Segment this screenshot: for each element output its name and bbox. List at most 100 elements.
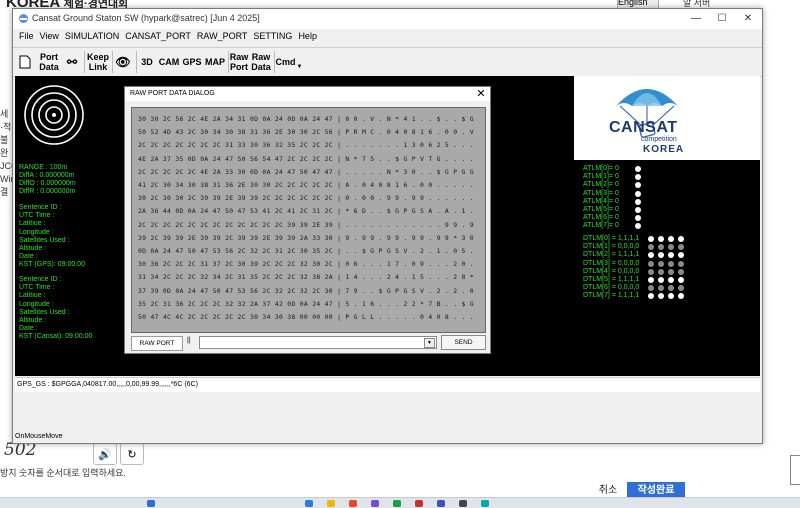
raw-data-button[interactable]: Raw Data bbox=[251, 50, 271, 74]
menu-raw-port[interactable]: RAW_PORT bbox=[197, 31, 248, 41]
chevron-down-icon[interactable]: ▼ bbox=[424, 338, 435, 348]
taskbar-app-icon[interactable] bbox=[459, 500, 467, 507]
dialog-title-bar[interactable]: RAW PORT DATA DIALOG bbox=[125, 87, 490, 101]
dtlm-indicator bbox=[678, 293, 684, 300]
dtlm-indicator bbox=[668, 244, 674, 251]
dtlm-indicator bbox=[668, 252, 674, 259]
connect-button[interactable]: ⚯ bbox=[63, 50, 81, 74]
taskbar-app-icon[interactable] bbox=[371, 500, 379, 507]
left-fragment: JCC bbox=[0, 161, 12, 171]
cansat-info-block: Sentence ID : UTC Time : Latitiue : Longitu… bbox=[19, 276, 93, 341]
dtlm-row: DTLM[3] = 0,0,0,0 bbox=[583, 259, 640, 267]
audio-captcha-button[interactable]: 🔊 bbox=[93, 443, 117, 465]
taskbar-app-icon[interactable] bbox=[349, 500, 357, 507]
toolbar-separator bbox=[112, 51, 113, 73]
maximize-button[interactable]: ☐ bbox=[709, 11, 735, 27]
mouse-status: OnMouseMove bbox=[15, 433, 63, 440]
close-button[interactable]: ✕ bbox=[735, 11, 761, 27]
hex-data-view[interactable]: 30 30 2C 56 2C 4E 2A 34 31 0D 0A 24 0D 0… bbox=[131, 107, 486, 333]
atlm-row: ATLM[4]= 0 bbox=[583, 197, 619, 205]
taskbar-app-icon[interactable] bbox=[393, 500, 401, 507]
atlm-row: ATLM[3]= 0 bbox=[583, 189, 619, 197]
command-combobox[interactable]: ▼ bbox=[199, 336, 437, 349]
atlm-indicator bbox=[635, 207, 641, 213]
hex-line: 39 2C 39 39 2E 39 39 2C 39 39 2E 39 39 2… bbox=[138, 233, 474, 242]
left-fragment: Win bbox=[0, 174, 12, 184]
menu-bar: File View SIMULATION CANSAT_PORT RAW_PORT SET… bbox=[13, 31, 762, 45]
dtlm-indicator bbox=[658, 277, 664, 283]
keep-link-button[interactable]: Keep Link bbox=[86, 50, 110, 74]
raw-port-dialog: RAW PORT DATA DIALOG ✕ 30 30 2C 56 2C 4E… bbox=[124, 86, 491, 354]
taskbar-app-icon[interactable] bbox=[437, 500, 445, 507]
dtlm-indicator bbox=[658, 293, 664, 300]
dtlm-indicator bbox=[658, 260, 664, 267]
toolbar-separator bbox=[84, 51, 85, 73]
dtlm-indicator bbox=[658, 268, 664, 275]
windows-start-icon[interactable] bbox=[147, 500, 155, 507]
menu-view[interactable]: View bbox=[40, 31, 59, 41]
atlm-indicator bbox=[635, 174, 641, 181]
view-button[interactable]: 👁 bbox=[114, 50, 132, 74]
dtlm-row: DTLM[6] = 0,0,0,0 bbox=[583, 284, 640, 292]
radar-icon bbox=[24, 85, 84, 145]
toolbar-separator bbox=[136, 51, 137, 73]
raw-port-label[interactable]: RAW PORT bbox=[131, 336, 183, 351]
link-icon: ⚯ bbox=[66, 55, 78, 69]
cam-button[interactable]: CAM bbox=[158, 50, 180, 74]
hex-line: 50 47 4C 4C 2C 2C 2C 2C 2C 30 34 30 38 0… bbox=[138, 313, 474, 321]
dtlm-indicator bbox=[678, 285, 684, 292]
dtlm-indicator bbox=[678, 252, 684, 259]
port-data-button[interactable]: Port Data bbox=[37, 50, 61, 74]
hex-line: 35 2C 31 36 2C 2C 2C 32 32 2A 37 42 0D 0… bbox=[138, 299, 474, 308]
taskbar-app-icon[interactable] bbox=[481, 500, 489, 507]
dtlm-indicator bbox=[668, 268, 674, 275]
title-bar[interactable]: Cansat Ground Staton SW (hypark@satrec) … bbox=[13, 9, 762, 29]
dtlm-indicator bbox=[678, 236, 684, 242]
hex-line: 30 30 2C 56 2C 4E 2A 34 31 0D 0A 24 0D 0… bbox=[138, 115, 474, 123]
atlm-row: ATLM[0]= 0 bbox=[583, 165, 619, 172]
dialog-close-button[interactable]: ✕ bbox=[474, 87, 488, 101]
hex-line: 2C 2C 2C 2C 2C 4E 2A 33 30 0D 0A 24 47 5… bbox=[138, 167, 474, 176]
map-button[interactable]: MAP bbox=[204, 50, 226, 74]
raw-port-button[interactable]: Raw Port bbox=[230, 50, 249, 74]
send-button[interactable]: SEND bbox=[441, 335, 486, 350]
left-fragment: 완두 bbox=[0, 148, 9, 158]
dtlm-indicator bbox=[678, 268, 684, 275]
3d-button[interactable]: 3D bbox=[140, 50, 154, 74]
cmd-dropdown-button[interactable]: Cmd ▼ bbox=[276, 50, 303, 74]
atlm-indicator bbox=[635, 166, 641, 172]
dtlm-indicator bbox=[648, 285, 654, 292]
gps-button[interactable]: GPS bbox=[182, 50, 202, 74]
hex-line: 50 52 4D 43 2C 30 34 30 38 31 36 2E 30 3… bbox=[138, 128, 474, 137]
atlm-row: ATLM[1]= 0 bbox=[583, 173, 619, 181]
menu-file[interactable]: File bbox=[19, 31, 34, 41]
menu-simulation[interactable]: SIMULATION bbox=[65, 31, 119, 41]
dtlm-indicator bbox=[658, 285, 664, 292]
hex-line: 4E 2A 37 35 0D 0A 24 47 50 56 54 47 2C 2… bbox=[138, 154, 474, 163]
atlm-indicator bbox=[635, 215, 641, 222]
refresh-captcha-button[interactable]: ↻ bbox=[120, 443, 144, 465]
range-label: RANGE : 100m bbox=[19, 164, 68, 171]
taskbar-app-icon[interactable] bbox=[305, 500, 313, 507]
atlm-indicator bbox=[635, 190, 641, 197]
dtlm-indicator bbox=[668, 277, 674, 283]
document-icon bbox=[19, 55, 31, 69]
eye-icon: 👁 bbox=[115, 55, 131, 69]
dtlm-indicator bbox=[668, 293, 674, 300]
dtlm-indicator bbox=[668, 236, 674, 242]
window-title: Cansat Ground Staton SW (hypark@satrec) … bbox=[32, 13, 260, 23]
taskbar-app-icon[interactable] bbox=[327, 500, 335, 507]
new-file-button[interactable] bbox=[17, 50, 33, 74]
atlm-indicator bbox=[635, 182, 641, 189]
satellite-app-icon bbox=[19, 14, 28, 23]
hex-line: 37 39 0D 0A 24 47 50 47 53 56 2C 32 2C 3… bbox=[138, 286, 474, 295]
menu-help[interactable]: Help bbox=[298, 31, 317, 41]
menu-setting[interactable]: SETTING bbox=[253, 31, 292, 41]
dtlm-indicator bbox=[648, 293, 654, 300]
taskbar-app-icon[interactable] bbox=[415, 500, 423, 507]
atlm-row: ATLM[2]= 0 bbox=[583, 181, 619, 189]
toolbar: Port Data ⚯ Keep Link 👁 3D CAM GPS MAP Raw… bbox=[13, 47, 762, 77]
minimize-button[interactable]: — bbox=[683, 11, 709, 27]
left-fragment: 불예 bbox=[0, 135, 9, 145]
menu-cansat-port[interactable]: CANSAT_PORT bbox=[125, 31, 191, 41]
